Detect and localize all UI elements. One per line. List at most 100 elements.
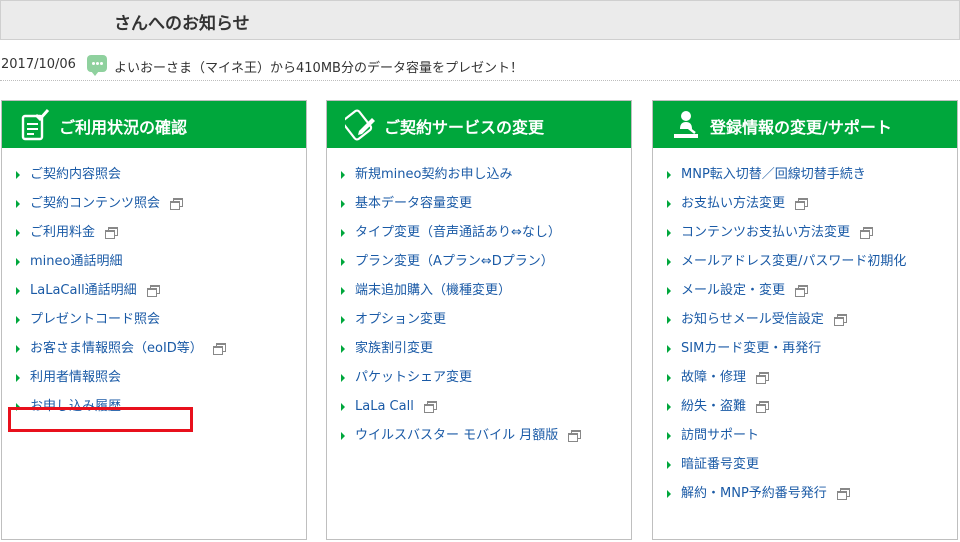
menu-link-label: MNP転入切替／回線切替手続き (681, 167, 866, 182)
news-item[interactable]: 2017/10/06 よいおーさま（マイネ王）から410MB分のデータ容量をプレ… (0, 52, 960, 81)
external-window-icon (170, 198, 184, 210)
arrow-right-icon (667, 461, 671, 469)
menu-link[interactable]: 紛失・盗難 (653, 392, 957, 421)
menu-link-label: ウイルスバスター モバイル 月額版 (355, 428, 559, 443)
menu-link[interactable]: メール設定・変更 (653, 276, 957, 305)
usage-link-list: ご契約内容照会ご契約コンテンツ照会ご利用料金 mineo通話明細 LaLaCall通… (2, 160, 306, 421)
menu-link-label: お知らせメール受信設定 (681, 312, 824, 327)
contract-panel: ご契約サービスの変更 新規mineo契約お申し込み 基本データ容量変更タイプ変更（… (326, 100, 632, 540)
news-message[interactable]: よいおーさま（マイネ王）から410MB分のデータ容量をプレゼント！ (114, 57, 523, 76)
external-window-icon (105, 227, 119, 239)
menu-link-label: プレゼントコード照会 (30, 312, 161, 327)
news-date: 2017/10/06 (1, 57, 76, 72)
external-window-icon (423, 401, 437, 413)
external-window-icon (833, 314, 847, 326)
menu-link[interactable]: 故障・修理 (653, 363, 957, 392)
menu-link[interactable]: 解約・MNP予約番号発行 (653, 479, 957, 508)
arrow-right-icon (16, 374, 20, 382)
support-panel-title: 登録情報の変更/サポート (710, 118, 892, 137)
menu-link-label: オプション変更 (355, 312, 447, 327)
support-panel: 登録情報の変更/サポート MNP転入切替／回線切替手続き お支払い方法変更コンテン… (652, 100, 958, 540)
menu-link[interactable]: タイプ変更（音声通話あり⇔なし） (327, 218, 631, 247)
arrow-right-icon (341, 403, 345, 411)
arrow-right-icon (341, 287, 345, 295)
menu-link[interactable]: ウイルスバスター モバイル 月額版 (327, 421, 631, 450)
support-link-list: MNP転入切替／回線切替手続き お支払い方法変更コンテンツお支払い方法変更 メールア… (653, 160, 957, 508)
arrow-right-icon (341, 258, 345, 266)
menu-link[interactable]: パケットシェア変更 (327, 363, 631, 392)
menu-link-label: LaLaCall通話明細 (30, 283, 137, 298)
usage-panel-header: ご利用状況の確認 (2, 101, 306, 148)
external-window-icon (568, 430, 582, 442)
usage-panel: ご利用状況の確認 ご契約内容照会ご契約コンテンツ照会ご利用料金 mineo通話明細… (1, 100, 307, 540)
external-window-icon (146, 285, 160, 297)
arrow-right-icon (16, 200, 20, 208)
arrow-right-icon (667, 171, 671, 179)
contract-panel-title: ご契約サービスの変更 (384, 118, 545, 137)
menu-link[interactable]: お客さま情報照会（eoID等） (2, 334, 306, 363)
menu-link[interactable]: LaLa Call (327, 392, 631, 421)
arrow-right-icon (16, 345, 20, 353)
menu-link[interactable]: メールアドレス変更/パスワード初期化 (653, 247, 957, 276)
menu-link[interactable]: プレゼントコード照会 (2, 305, 306, 334)
arrow-right-icon (341, 374, 345, 382)
arrow-right-icon (341, 316, 345, 324)
arrow-right-icon (667, 258, 671, 266)
menu-link[interactable]: コンテンツお支払い方法変更 (653, 218, 957, 247)
pencil-edit-icon (345, 109, 375, 141)
support-panel-header: 登録情報の変更/サポート (653, 101, 957, 148)
menu-link-label: 訪問サポート (681, 428, 760, 443)
external-window-icon (756, 401, 770, 413)
arrow-right-icon (16, 287, 20, 295)
menu-link[interactable]: 暗証番号変更 (653, 450, 957, 479)
menu-link-label: 端末追加購入（機種変更） (355, 283, 512, 298)
menu-link[interactable]: プラン変更（Aプラン⇔Dプラン） (327, 247, 631, 276)
menu-link-label: 故障・修理 (681, 370, 747, 385)
arrow-right-icon (667, 345, 671, 353)
arrow-right-icon (667, 490, 671, 498)
arrow-right-icon (667, 403, 671, 411)
contract-link-list: 新規mineo契約お申し込み 基本データ容量変更タイプ変更（音声通話あり⇔なし） プ… (327, 160, 631, 450)
menu-link[interactable]: LaLaCall通話明細 (2, 276, 306, 305)
clipboard-check-icon (21, 109, 50, 141)
menu-link-label: 利用者情報照会 (30, 370, 122, 385)
arrow-right-icon (16, 258, 20, 266)
menu-link[interactable]: 基本データ容量変更 (327, 189, 631, 218)
external-window-icon (756, 372, 770, 384)
arrow-right-icon (341, 200, 345, 208)
menu-link[interactable]: 家族割引変更 (327, 334, 631, 363)
menu-link[interactable]: 訪問サポート (653, 421, 957, 450)
menu-link[interactable]: お知らせメール受信設定 (653, 305, 957, 334)
external-window-icon (795, 285, 809, 297)
menu-link[interactable]: SIMカード変更・再発行 (653, 334, 957, 363)
menu-link-label: LaLa Call (355, 399, 414, 414)
notice-header: さんへのお知らせ (0, 0, 960, 40)
menu-link-label: お支払い方法変更 (681, 196, 786, 211)
menu-link-label: ご利用料金 (30, 225, 96, 240)
menu-link[interactable]: 新規mineo契約お申し込み (327, 160, 631, 189)
menu-link-label: ご契約内容照会 (30, 167, 122, 182)
menu-link[interactable]: ご契約コンテンツ照会 (2, 189, 306, 218)
menu-link-label: メール設定・変更 (681, 283, 786, 298)
menu-link[interactable]: mineo通話明細 (2, 247, 306, 276)
menu-link[interactable]: ご利用料金 (2, 218, 306, 247)
chat-bubble-icon (87, 55, 107, 76)
arrow-right-icon (341, 345, 345, 353)
menu-link[interactable]: MNP転入切替／回線切替手続き (653, 160, 957, 189)
arrow-right-icon (341, 229, 345, 237)
menu-link-label: 新規mineo契約お申し込み (355, 167, 513, 182)
menu-link[interactable]: ご契約内容照会 (2, 160, 306, 189)
contract-panel-header: ご契約サービスの変更 (327, 101, 631, 148)
menu-link[interactable]: お支払い方法変更 (653, 189, 957, 218)
menu-link-label: パケットシェア変更 (355, 370, 473, 385)
menu-link-label: 基本データ容量変更 (355, 196, 473, 211)
menu-link-label: 紛失・盗難 (681, 399, 747, 414)
arrow-right-icon (667, 374, 671, 382)
external-window-icon (860, 227, 874, 239)
menu-link[interactable]: オプション変更 (327, 305, 631, 334)
menu-link[interactable]: 端末追加購入（機種変更） (327, 276, 631, 305)
menu-link[interactable]: 利用者情報照会 (2, 363, 306, 392)
arrow-right-icon (16, 171, 20, 179)
arrow-right-icon (341, 432, 345, 440)
menu-link-label: mineo通話明細 (30, 254, 123, 269)
